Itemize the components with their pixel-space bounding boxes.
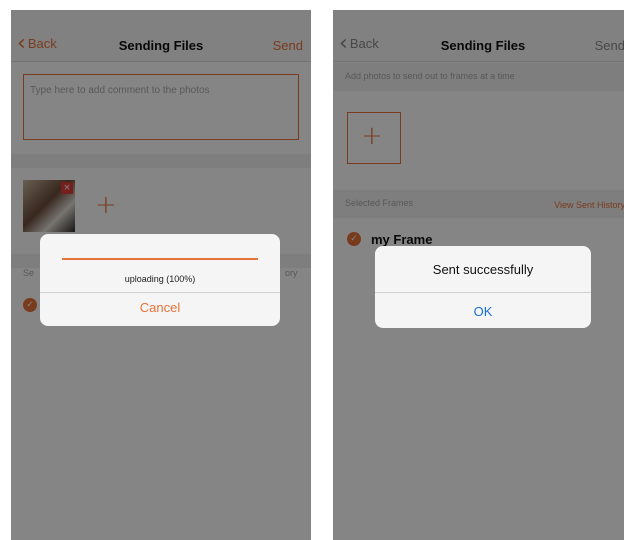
screen-uploading: ‹ Back Sending Files Send Type here to a… — [11, 10, 311, 540]
dialog-divider — [40, 292, 280, 293]
ok-button[interactable]: OK — [375, 304, 591, 319]
cancel-button[interactable]: Cancel — [40, 300, 280, 315]
progress-fill — [62, 258, 258, 260]
success-dialog: Sent successfully OK — [375, 246, 591, 328]
progress-bar — [62, 258, 258, 260]
success-message: Sent successfully — [432, 262, 534, 277]
progress-text: uploading (100%) — [124, 274, 196, 284]
dialog-divider — [375, 292, 591, 293]
screen-sent: ‹ Back Sending Files Send Add photos to … — [333, 10, 624, 540]
upload-progress-dialog: uploading (100%) Cancel — [40, 234, 280, 326]
